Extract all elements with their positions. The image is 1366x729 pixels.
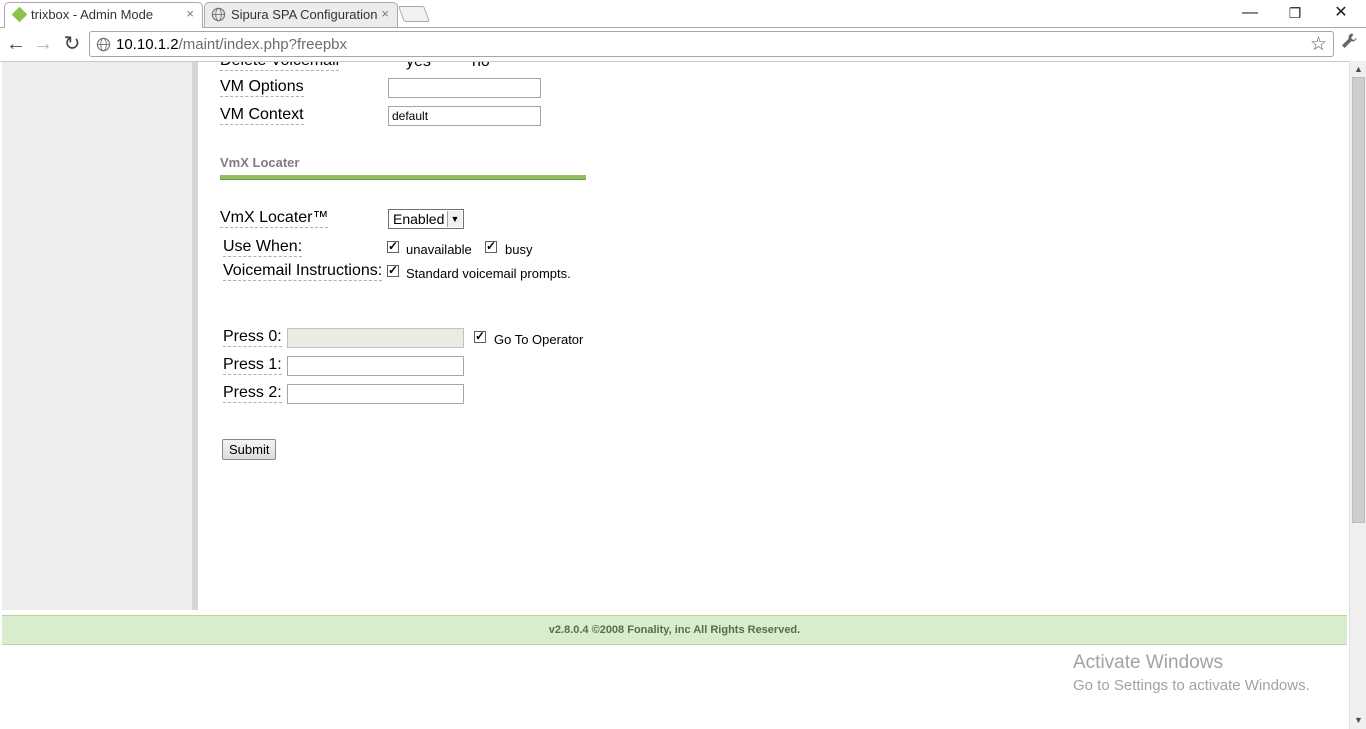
press2-input[interactable] bbox=[287, 384, 464, 404]
tab-trixbox-admin[interactable]: trixbox - Admin Mode × bbox=[4, 2, 203, 28]
select-value: Enabled bbox=[393, 211, 445, 227]
vm-context-label: VM Context bbox=[220, 106, 304, 125]
section-title: VmX Locater bbox=[220, 155, 300, 170]
url-text: 10.10.1.2/maint/index.php?freepbx bbox=[116, 36, 347, 53]
address-bar[interactable]: 10.10.1.2/maint/index.php?freepbx ☆ bbox=[89, 31, 1334, 57]
section-divider bbox=[220, 175, 586, 180]
tab-close-icon[interactable]: × bbox=[381, 6, 389, 21]
browser-toolbar: ← → ↻ 10.10.1.2/maint/index.php?freepbx … bbox=[0, 27, 1366, 61]
back-icon[interactable]: ← bbox=[4, 32, 28, 56]
vm-context-input[interactable] bbox=[388, 106, 541, 126]
restore-icon[interactable]: ❐ bbox=[1280, 3, 1310, 23]
vertical-scrollbar[interactable]: ▲ ▼ bbox=[1349, 61, 1366, 729]
unavailable-label: unavailable bbox=[406, 242, 472, 257]
scroll-down-icon[interactable]: ▼ bbox=[1350, 712, 1366, 728]
forward-icon[interactable]: → bbox=[31, 32, 55, 56]
tab-title: Sipura SPA Configuration bbox=[231, 7, 378, 22]
standard-prompts-label: Standard voicemail prompts. bbox=[406, 266, 571, 281]
delete-no-label: no bbox=[472, 61, 490, 70]
page-viewport: Delete Voicemail < yes < no VM Options V… bbox=[0, 61, 1349, 729]
vm-options-label: VM Options bbox=[220, 78, 304, 97]
scroll-up-icon[interactable]: ▲ bbox=[1350, 61, 1366, 77]
vmx-locater-select[interactable]: Enabled ▼ bbox=[388, 209, 464, 229]
globe-icon bbox=[96, 37, 111, 52]
reload-icon[interactable]: ↻ bbox=[60, 32, 84, 56]
wrench-icon[interactable] bbox=[1340, 32, 1358, 55]
delete-yes-radio[interactable]: < bbox=[389, 62, 395, 63]
page-footer: v2.8.0.4 ©2008 Fonality, inc All Rights … bbox=[2, 615, 1347, 645]
left-sidebar bbox=[2, 62, 192, 610]
press1-label: Press 1: bbox=[223, 356, 282, 375]
press0-label: Press 0: bbox=[223, 328, 282, 347]
activation-watermark-subtitle: Go to Settings to activate Windows. bbox=[1073, 677, 1310, 694]
press0-input[interactable] bbox=[287, 328, 464, 348]
scrollbar-thumb[interactable] bbox=[1352, 77, 1365, 523]
close-window-icon[interactable]: ✕ bbox=[1326, 3, 1356, 23]
activation-watermark-title: Activate Windows bbox=[1073, 652, 1223, 673]
footer-copyright: v2.8.0.4 ©2008 Fonality, inc All Rights … bbox=[548, 624, 801, 636]
tab-sipura-config[interactable]: Sipura SPA Configuration × bbox=[204, 2, 398, 27]
delete-yes-label: yes bbox=[406, 61, 431, 70]
press2-label: Press 2: bbox=[223, 384, 282, 403]
globe-icon bbox=[211, 7, 226, 22]
url-path: /maint/index.php?freepbx bbox=[178, 36, 348, 53]
chevron-down-icon: ▼ bbox=[447, 211, 462, 227]
delete-no-radio[interactable]: < bbox=[455, 62, 461, 63]
trixbox-favicon-icon bbox=[11, 6, 28, 23]
browser-window: trixbox - Admin Mode × Sipura SPA Config… bbox=[0, 0, 1366, 729]
bookmark-star-icon[interactable]: ☆ bbox=[1310, 33, 1327, 56]
tab-title: trixbox - Admin Mode bbox=[31, 7, 154, 22]
minimize-icon[interactable]: — bbox=[1235, 3, 1265, 23]
unavailable-checkbox[interactable]: ✓ bbox=[387, 240, 399, 253]
vmx-locater-label: VmX Locater™ bbox=[220, 209, 329, 228]
voicemail-instructions-label: Voicemail Instructions: bbox=[223, 262, 383, 281]
submit-button[interactable]: Submit bbox=[222, 439, 277, 460]
new-tab-button[interactable] bbox=[398, 6, 430, 22]
use-when-label: Use When: bbox=[223, 238, 303, 257]
busy-checkbox[interactable]: ✓ bbox=[485, 240, 497, 253]
press1-input[interactable] bbox=[287, 356, 464, 376]
busy-label: busy bbox=[505, 242, 533, 257]
url-host: 10.10.1.2 bbox=[116, 36, 179, 53]
go-to-operator-checkbox[interactable]: ✓ bbox=[474, 330, 486, 343]
tab-close-icon[interactable]: × bbox=[186, 6, 194, 21]
tab-strip: trixbox - Admin Mode × Sipura SPA Config… bbox=[0, 0, 1366, 28]
delete-voicemail-label: Delete Voicemail bbox=[220, 62, 340, 71]
standard-prompts-checkbox[interactable]: ✓ bbox=[387, 264, 399, 277]
vm-options-input[interactable] bbox=[388, 78, 541, 98]
go-to-operator-label: Go To Operator bbox=[494, 332, 584, 347]
wrench-glyph bbox=[1342, 33, 1357, 48]
